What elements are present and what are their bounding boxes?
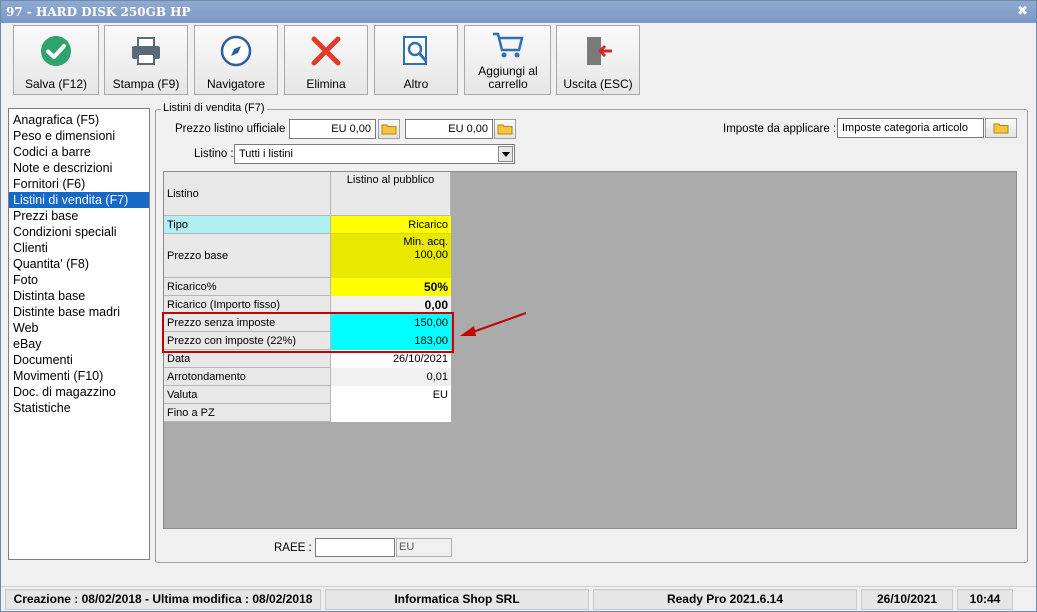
sidebar-item-anagrafica[interactable]: Anagrafica (F5) [9, 112, 149, 128]
folder-icon [381, 124, 397, 135]
row-value-valuta[interactable]: EU [331, 386, 451, 404]
delete-button[interactable]: Elimina [284, 25, 368, 95]
print-button[interactable]: Stampa (F9) [104, 25, 188, 95]
row-label-fino-a-pz: Fino a PZ [164, 404, 331, 422]
close-icon[interactable]: ✖ [1017, 1, 1028, 23]
imposte-field[interactable]: Imposte categoria articolo [837, 118, 984, 138]
row-label-ricarico: Ricarico% [164, 278, 331, 296]
row-label-arrotondamento: Arrotondamento [164, 368, 331, 386]
sidebar-item-clienti[interactable]: Clienti [9, 240, 149, 256]
prezzo-ufficiale-field-1[interactable]: EU 0,00 [289, 119, 376, 139]
save-button[interactable]: Salva (F12) [13, 25, 99, 95]
sidebar-item-fornitori[interactable]: Fornitori (F6) [9, 176, 149, 192]
listino-label: Listino : [194, 148, 234, 160]
imposte-folder-button[interactable] [985, 118, 1017, 138]
add-to-cart-button-label: Aggiungi al carrello [478, 64, 538, 91]
sidebar-item-statistiche[interactable]: Statistiche [9, 400, 149, 416]
check-icon [14, 34, 98, 68]
delete-x-icon [285, 34, 367, 68]
sidebar-item-peso[interactable]: Peso e dimensioni [9, 128, 149, 144]
folder-button-2[interactable] [494, 119, 516, 139]
folder-icon [993, 123, 1009, 134]
status-version: Ready Pro 2021.6.14 [593, 589, 857, 610]
sidebar-item-condizioni[interactable]: Condizioni speciali [9, 224, 149, 240]
row-label-tipo: Tipo [164, 216, 331, 234]
compass-icon [195, 34, 277, 68]
sidebar-item-listini[interactable]: Listini di vendita (F7) [9, 192, 149, 208]
row-value-ricarico[interactable]: 50% [331, 278, 451, 296]
status-date: 26/10/2021 [861, 589, 953, 610]
prezzo-ufficiale-field-2[interactable]: EU 0,00 [405, 119, 493, 139]
folder-icon [497, 124, 513, 135]
row-value-arrotondamento[interactable]: 0,01 [331, 368, 451, 386]
status-creazione: Creazione : 08/02/2018 - Ultima modifica… [5, 589, 321, 610]
row-value-fino-a-pz[interactable] [331, 404, 451, 422]
raee-currency: EU [396, 538, 452, 557]
delete-button-label: Elimina [306, 77, 346, 91]
sidebar-item-quantita[interactable]: Quantita' (F8) [9, 256, 149, 272]
print-button-label: Stampa (F9) [112, 77, 180, 91]
exit-button[interactable]: Uscita (ESC) [556, 25, 640, 95]
exit-door-icon [557, 34, 639, 68]
add-to-cart-button[interactable]: Aggiungi al carrello [464, 25, 551, 95]
group-title: Listini di vendita (F7) [161, 102, 267, 114]
status-bar: Creazione : 08/02/2018 - Ultima modifica… [1, 586, 1036, 611]
exit-button-label: Uscita (ESC) [563, 77, 633, 91]
sidebar-item-foto[interactable]: Foto [9, 272, 149, 288]
grid-header-listino: Listino [164, 172, 331, 216]
other-button-label: Altro [403, 77, 429, 91]
grid-header-pubblico[interactable]: Listino al pubblico [331, 172, 451, 216]
other-button[interactable]: Altro [374, 25, 458, 95]
prezzo-base-type: Min. acq. [403, 236, 448, 248]
listino-select-value: Tutti i listini [239, 148, 293, 160]
imposte-label: Imposte da applicare : [723, 123, 837, 135]
row-value-tipo[interactable]: Ricarico [331, 216, 451, 234]
sidebar-item-documenti[interactable]: Documenti [9, 352, 149, 368]
status-time: 10:44 [957, 589, 1013, 610]
window-title: 97 - HARD DISK 250GB HP [6, 5, 191, 19]
sidebar-item-movimenti[interactable]: Movimenti (F10) [9, 368, 149, 384]
sidebar-item-codici[interactable]: Codici a barre [9, 144, 149, 160]
search-doc-icon [375, 34, 457, 68]
navigator-button-label: Navigatore [206, 77, 266, 91]
listino-select[interactable]: Tutti i listini [234, 144, 515, 164]
raee-input[interactable] [315, 538, 395, 557]
folder-button-1[interactable] [378, 119, 400, 139]
sidebar-item-prezzi-base[interactable]: Prezzi base [9, 208, 149, 224]
title-bar: 97 - HARD DISK 250GB HP ✖ [1, 1, 1036, 23]
sidebar-item-distinte-madri[interactable]: Distinte base madri [9, 304, 149, 320]
row-value-prezzo-base[interactable]: Min. acq. 100,00 [331, 234, 451, 278]
save-button-label: Salva (F12) [24, 77, 88, 91]
sidebar: Anagrafica (F5) Peso e dimensioni Codici… [8, 108, 150, 560]
row-label-prezzo-base: Prezzo base [164, 234, 331, 278]
sidebar-item-ebay[interactable]: eBay [9, 336, 149, 352]
highlight-box [162, 312, 454, 353]
sidebar-item-doc-magazzino[interactable]: Doc. di magazzino [9, 384, 149, 400]
chevron-down-icon[interactable] [498, 146, 513, 162]
row-label-valuta: Valuta [164, 386, 331, 404]
sidebar-item-note[interactable]: Note e descrizioni [9, 160, 149, 176]
prezzo-base-amount: 100,00 [414, 249, 448, 261]
raee-label: RAEE : [274, 542, 312, 554]
main-window: 97 - HARD DISK 250GB HP ✖ Salva (F12) St… [0, 0, 1037, 612]
sidebar-item-web[interactable]: Web [9, 320, 149, 336]
status-company: Informatica Shop SRL [325, 589, 589, 610]
navigator-button[interactable]: Navigatore [194, 25, 278, 95]
sidebar-item-distinta[interactable]: Distinta base [9, 288, 149, 304]
cart-icon [465, 28, 550, 62]
printer-icon [105, 34, 187, 68]
prezzo-ufficiale-label: Prezzo listino ufficiale : [175, 123, 292, 135]
arrow-icon [460, 312, 527, 336]
